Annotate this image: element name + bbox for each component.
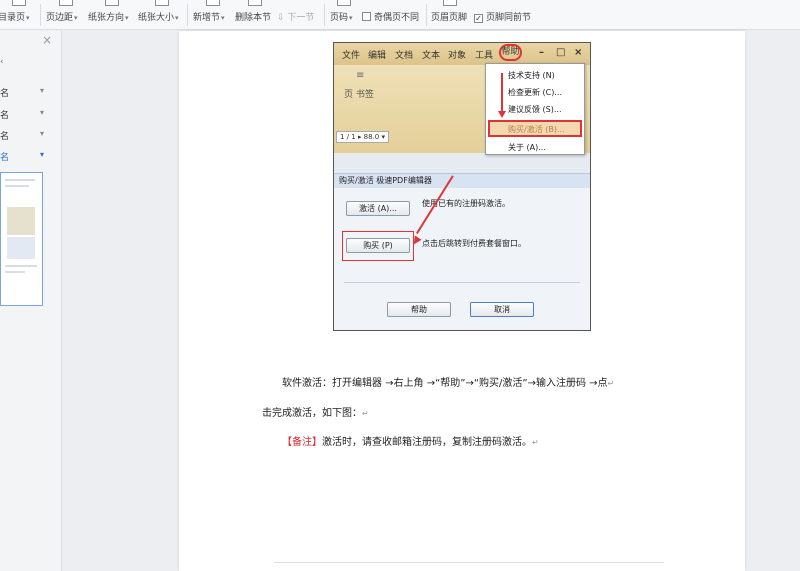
arrow-head-icon — [498, 111, 506, 118]
page-zoom-box: 1 / 1 ▸ 88.0 ▾ — [336, 131, 390, 143]
buy-button: 购买 (P) — [346, 238, 410, 253]
next-section-icon: ⇩ — [277, 13, 288, 23]
ribbon-toolbar: 目录页▾ 页边距▾ 纸张方向▾ 纸张大小▾ 新增节▾ 删除本节 ⇩ 下一节 页码… — [0, 0, 800, 30]
nav-heading-item[interactable]: 名 ▾ — [0, 106, 58, 122]
new-section-button[interactable]: 新增节▾ — [193, 0, 233, 28]
page-number-icon — [337, 0, 351, 6]
close-icon[interactable]: × — [42, 33, 52, 47]
header-footer-button[interactable]: 页眉页脚 — [431, 0, 469, 28]
page-number-button[interactable]: 页码▾ — [330, 0, 358, 28]
checkbox-icon — [362, 12, 371, 21]
ribbon-separator — [426, 4, 427, 26]
cancel-button: 取消 — [470, 302, 534, 317]
new-section-icon — [206, 0, 220, 6]
paper-size-button[interactable]: 纸张大小▾ — [138, 0, 186, 28]
chevron-left-icon[interactable]: ‹ — [0, 57, 4, 67]
delete-section-icon — [248, 0, 262, 6]
page-thumbnail[interactable] — [0, 172, 43, 306]
paragraph-mark-icon: ↵ — [607, 379, 615, 388]
footer-divider — [274, 562, 664, 563]
nav-heading-item-active[interactable]: 名 ▾ — [0, 148, 58, 164]
document-page[interactable]: 文件 编辑 文档 文本 对象 工具 帮助 – □ × ≡ 页 书签 1 / 1 … — [179, 31, 745, 571]
maximize-icon: □ — [556, 47, 566, 58]
paper-size-icon — [155, 0, 169, 6]
next-section-button[interactable]: ⇩ 下一节 — [277, 0, 321, 28]
navigation-panel: × ‹ 名 ▾ 名 ▾ 名 ▾ 名 ▾ — [0, 31, 62, 571]
help-menu-highlight: 帮助 — [499, 44, 522, 61]
margins-button[interactable]: 页边距▾ — [46, 0, 86, 28]
ribbon-separator — [40, 4, 41, 26]
chevron-down-icon[interactable]: ▾ — [40, 108, 44, 117]
paragraph-activation-cont: 击完成激活，如下图：↵ — [262, 408, 369, 419]
chevron-down-icon[interactable]: ▾ — [40, 150, 44, 159]
help-button: 帮助 — [387, 302, 451, 317]
toc-page-button[interactable]: 目录页▾ — [0, 0, 38, 28]
activation-dialog: 购买/激活 极速PDF编辑器 激活 (A)... 使用已有的注册码激活。 购买 … — [334, 173, 590, 330]
paragraph-activation: 软件激活：打开编辑器 →右上角 →“帮助”→“购买/激活”→输入注册码 →点↵ — [282, 378, 615, 389]
paragraph-note: 【备注】激活时，请查收邮箱注册码，复制注册码激活。↵ — [282, 437, 539, 448]
checkbox-checked-icon: ✓ — [474, 14, 483, 23]
red-arrow-down — [501, 73, 503, 113]
footer-same-checkbox[interactable]: ✓ 页脚同前节 — [474, 0, 536, 28]
orientation-icon — [105, 0, 119, 6]
paragraph-mark-icon: ↵ — [362, 409, 369, 418]
buy-activate-menu-item: 购买/激活 (B)... — [488, 120, 582, 137]
dialog-divider — [344, 282, 580, 283]
activate-button: 激活 (A)... — [346, 201, 410, 216]
margins-icon — [59, 0, 73, 6]
embedded-screenshot: 文件 编辑 文档 文本 对象 工具 帮助 – □ × ≡ 页 书签 1 / 1 … — [333, 42, 591, 331]
toc-page-icon — [12, 0, 26, 6]
help-dropdown-menu: 技术支持 (N) 检查更新 (C)... 建议反馈 (S)... 购买/激活 (… — [485, 63, 585, 155]
note-label: 【备注】 — [282, 437, 322, 448]
header-footer-icon — [443, 0, 457, 6]
app-menubar: 文件 编辑 文档 文本 对象 工具 帮助 – □ × — [334, 43, 590, 65]
chevron-down-icon[interactable]: ▾ — [40, 129, 44, 138]
list-icon: ≡ — [356, 70, 365, 81]
nav-heading-item[interactable]: 名 ▾ — [0, 127, 58, 143]
odd-even-checkbox[interactable]: 奇偶页不同 — [362, 0, 424, 28]
ribbon-separator — [187, 4, 188, 26]
orientation-button[interactable]: 纸张方向▾ — [88, 0, 136, 28]
chevron-down-icon[interactable]: ▾ — [40, 86, 44, 95]
delete-section-button[interactable]: 删除本节 — [235, 0, 275, 28]
paragraph-mark-icon: ↵ — [532, 438, 539, 447]
close-icon: × — [574, 47, 583, 58]
dialog-title: 购买/激活 极速PDF编辑器 — [334, 174, 590, 188]
ribbon-separator — [324, 4, 325, 26]
minimize-icon: – — [539, 47, 544, 58]
nav-heading-item[interactable]: 名 ▾ — [0, 84, 58, 100]
